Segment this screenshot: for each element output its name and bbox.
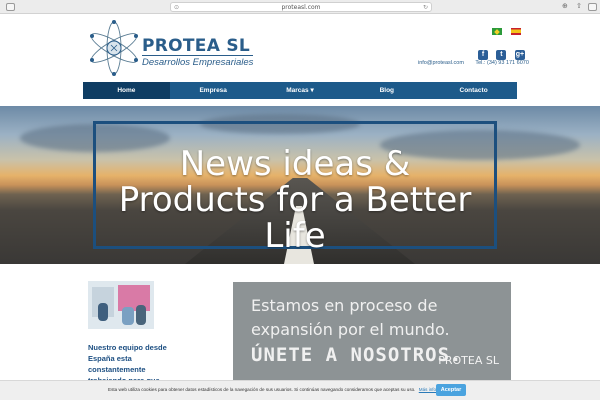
sidebar-toggle-icon[interactable] [6,3,15,11]
twitter-icon[interactable]: t [496,50,507,60]
expansion-banner[interactable]: Estamos en proceso de expansión por el m… [233,282,511,384]
reader-icon[interactable]: ⊙ [174,3,179,12]
nav-item-empresa[interactable]: Empresa [170,82,257,99]
address-bar[interactable]: ⊙ proteasl.com ↻ [170,2,432,12]
nav-item-home[interactable]: Home [83,82,170,99]
download-icon[interactable]: ⊕ [562,2,568,10]
brand-tagline: Desarrollos Empresariales [142,55,254,68]
team-photo[interactable] [88,281,154,329]
hero-banner: News ideas & Products for a Better Life [0,106,600,264]
nav-item-blog[interactable]: Blog [343,82,430,99]
share-icon[interactable]: ⇧ [576,2,582,10]
promo-brand: PROTEA SL [438,354,499,367]
cookie-text: Esta web utiliza cookies para obtener da… [108,387,452,392]
cookie-banner: Esta web utiliza cookies para obtener da… [0,380,600,400]
google-plus-icon[interactable]: g+ [514,50,525,60]
brand-name: PROTEA SL [142,36,251,56]
social-links: f t g+ [478,43,529,61]
hero-headline: News ideas & Products for a Better Life [93,146,497,254]
promo-line-1: Estamos en proceso de [251,296,438,315]
facebook-icon[interactable]: f [478,50,488,60]
flag-spain-icon[interactable] [511,28,522,35]
nav-item-contacto[interactable]: Contacto [430,82,517,99]
cookie-accept-button[interactable]: Aceptar [436,384,466,396]
contact-info: info@proteasl.com Tel.: (34) 93 171 6070 [418,60,539,66]
main-nav: Home Empresa Marcas ▾ Blog Contacto [83,82,517,99]
url-text: proteasl.com [281,4,321,11]
tabs-icon[interactable] [588,3,597,11]
protea-flower-icon [90,20,138,76]
promo-line-2: expansión por el mundo. [251,320,450,339]
site-logo[interactable]: PROTEA SL Desarrollos Empresariales [82,16,282,80]
email-link[interactable]: info@proteasl.com [418,60,464,66]
cookie-message: Esta web utiliza cookies para obtener da… [108,387,416,392]
phone-number: Tel.: (34) 93 171 6070 [475,60,529,66]
promo-line-3: ÚNETE A NOSOTROS. [251,344,463,366]
site-header: PROTEA SL Desarrollos Empresariales f t … [0,14,600,82]
nav-item-marcas[interactable]: Marcas ▾ [257,82,344,99]
hero-line-2: Products for a Better Life [118,180,472,256]
browser-toolbar: ⊙ proteasl.com ↻ ⊕ ⇧ [0,0,600,14]
flag-brazil-icon[interactable] [492,28,502,35]
reload-icon[interactable]: ↻ [423,3,428,12]
hero-line-1: News ideas & [179,144,411,184]
